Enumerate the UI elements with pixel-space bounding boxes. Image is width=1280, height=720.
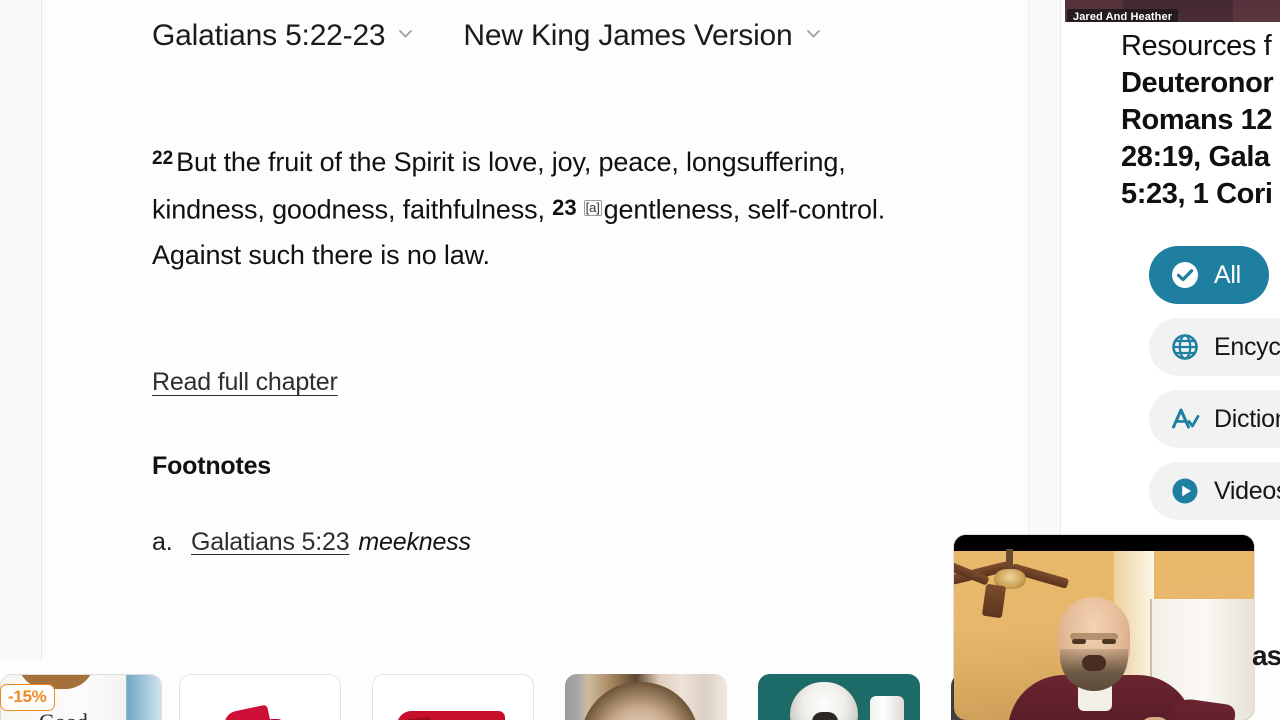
- footnote-reference-link[interactable]: Galatians 5:23: [191, 528, 350, 557]
- dog-muzzle: [812, 712, 838, 720]
- chip-row-4: Videos: [1149, 462, 1280, 520]
- chip-row-1: All: [1149, 246, 1280, 304]
- filter-chip-dictionaries[interactable]: Dictiona: [1149, 390, 1280, 448]
- passage-text: 22 But the fruit of the Spirit is love, j…: [152, 136, 922, 278]
- resources-title-line-2: Deuteronor: [1121, 67, 1274, 99]
- discount-badge: -15%: [0, 684, 55, 711]
- passage-reference-selector[interactable]: Galatians 5:22-23: [152, 18, 415, 54]
- read-full-chapter-link[interactable]: Read full chapter: [152, 368, 338, 397]
- footnotes-heading: Footnotes: [152, 452, 272, 480]
- product-card-dog[interactable]: [758, 674, 920, 720]
- webcam-letterbox: [954, 535, 1254, 551]
- bible-version-label: New King James Version: [463, 19, 793, 52]
- screen-root: Galatians 5:22-23 New King James Version…: [0, 0, 1280, 720]
- product-image: [180, 675, 340, 720]
- passage-paragraph: 22 But the fruit of the Spirit is love, j…: [152, 136, 922, 278]
- paper-roll-shape: [870, 696, 904, 720]
- resources-title-line-1: Resources f: [1121, 30, 1272, 62]
- chip-row-2: Encyclop: [1149, 318, 1280, 376]
- footnote-marker-a[interactable]: [a]: [583, 199, 602, 216]
- resources-title-line-5: 5:23, 1 Cori: [1121, 178, 1273, 210]
- resources-title-line-4: 28:19, Gala: [1121, 141, 1270, 173]
- chevron-down-icon: [804, 24, 823, 43]
- footnote-letter: a.: [152, 528, 173, 556]
- filter-chip-encyclopedias-label: Encyclop: [1214, 332, 1280, 361]
- shoe-shape: [221, 704, 273, 720]
- product-image: [758, 674, 920, 720]
- footnote-gloss: meekness: [358, 528, 471, 556]
- resource-filter-chips: All Encyc Dictio Video: [1149, 246, 1280, 534]
- webcam-person-mouth: [1082, 655, 1106, 671]
- resources-title: Resources f Deuteronor Romans 12 28:19, …: [1121, 28, 1280, 213]
- video-thumbnail[interactable]: Jared And Heather: [1065, 0, 1280, 22]
- webcam-person-eye: [1072, 639, 1086, 644]
- chip-row-3: Dictiona: [1149, 390, 1280, 448]
- hair-shape: [581, 682, 699, 720]
- filter-chip-encyclopedias[interactable]: Encyclop: [1149, 318, 1280, 376]
- check-circle-icon: [1169, 259, 1201, 291]
- passage-reference-label: Galatians 5:22-23: [152, 19, 386, 52]
- product-image: [565, 674, 727, 720]
- product-card-red-shoe-2[interactable]: [372, 674, 534, 720]
- video-channel-label: Jared And Heather: [1067, 9, 1179, 22]
- filter-chip-videos-label: Videos: [1214, 476, 1280, 505]
- filter-chip-all-label: All: [1214, 260, 1241, 289]
- dictionary-icon: [1169, 403, 1201, 435]
- product-card-red-shoe[interactable]: [179, 674, 341, 720]
- left-gutter: [0, 0, 41, 660]
- webcam-overlay[interactable]: [954, 535, 1254, 720]
- chevron-down-icon: [396, 24, 415, 43]
- webcam-scene: [954, 549, 1254, 720]
- bible-version-selector[interactable]: New King James Version: [463, 18, 822, 54]
- product-image: [373, 675, 533, 720]
- play-circle-icon: [1169, 475, 1201, 507]
- partial-background-text: ast: [1252, 640, 1280, 671]
- filter-chip-videos[interactable]: Videos: [1149, 462, 1280, 520]
- filter-chip-dictionaries-label: Dictiona: [1214, 404, 1280, 433]
- verse-number-22: 22: [152, 148, 174, 169]
- ceiling-fan-blade: [981, 583, 1007, 619]
- webcam-person-eye: [1102, 639, 1116, 644]
- resources-title-line-3: Romans 12: [1121, 104, 1273, 136]
- verse-number-23: 23: [552, 195, 577, 221]
- passage-header: Galatians 5:22-23 New King James Version: [152, 18, 823, 54]
- product-card-hair[interactable]: [565, 674, 727, 720]
- footnote-item: a. Galatians 5:23 meekness: [152, 528, 471, 557]
- passage-column: Galatians 5:22-23 New King James Version…: [42, 0, 1028, 660]
- filter-chip-all[interactable]: All: [1149, 246, 1269, 304]
- globe-icon: [1169, 331, 1201, 363]
